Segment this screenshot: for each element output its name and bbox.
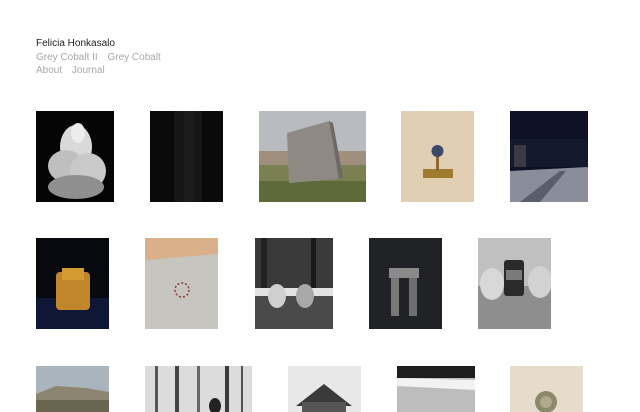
gallery-thumbnail-stone-monolith[interactable] [259,111,366,202]
gallery-thumbnail-snowy-roof[interactable] [397,366,475,412]
gallery-thumbnail-snow-tree[interactable] [36,111,114,202]
gallery-thumbnail-barn[interactable] [288,366,361,412]
project-nav: Grey Cobalt II Grey Cobalt [36,51,168,65]
nav-link-about[interactable]: About [36,65,62,76]
gallery-thumbnail-golden-figurine[interactable] [36,238,109,329]
site-title-link[interactable]: Felicia Honkasalo [36,37,168,51]
gallery-thumbnail-snowy-road[interactable] [510,111,588,202]
site-header: Felicia Honkasalo Grey Cobalt II Grey Co… [36,37,168,78]
gallery-thumbnail-orb-stand[interactable] [401,111,474,202]
gallery-thumbnail-dotted-circle[interactable] [145,238,218,329]
nav-link-grey-cobalt-ii[interactable]: Grey Cobalt II [36,52,98,63]
gallery-thumbnail-forest-people[interactable] [255,238,333,329]
page-nav: About Journal [36,64,168,78]
nav-link-grey-cobalt[interactable]: Grey Cobalt [107,52,160,63]
gallery-thumbnail-round-object[interactable] [510,366,583,412]
gallery-thumbnail-hilltop[interactable] [36,366,109,412]
nav-link-journal[interactable]: Journal [72,65,105,76]
gallery-thumbnail-birch-forest[interactable] [145,366,252,412]
gallery-thumbnail-stone-arch[interactable] [369,238,442,329]
gallery-thumbnail-dark-texture[interactable] [150,111,223,202]
gallery-thumbnail-jar-cushions[interactable] [478,238,551,329]
